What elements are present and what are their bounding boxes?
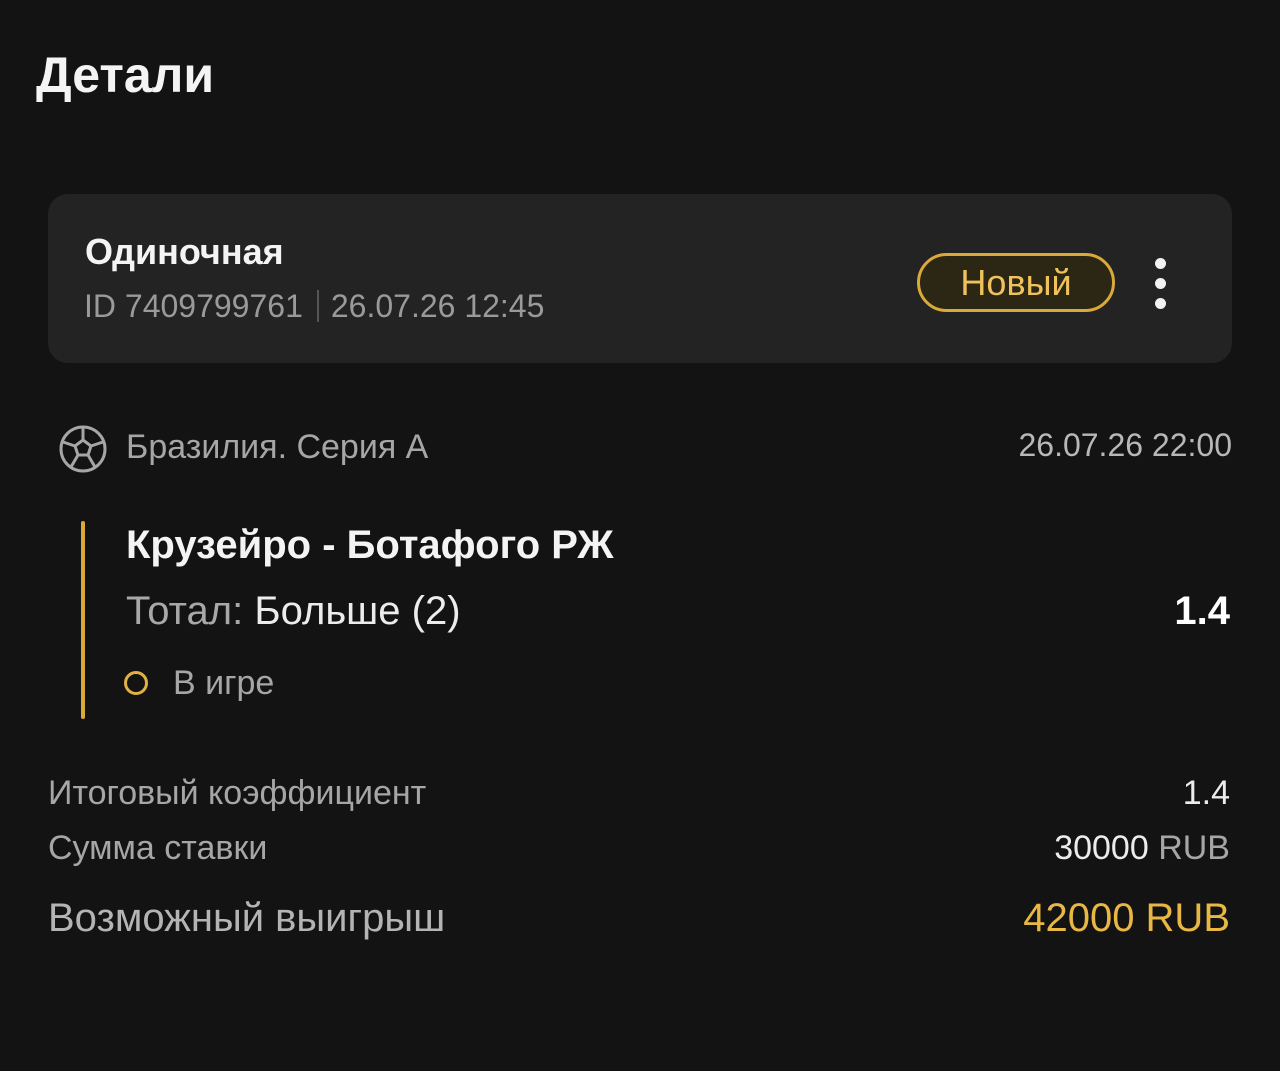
page-title: Детали xyxy=(36,47,215,103)
bet-type-label: Одиночная xyxy=(85,231,284,272)
stake-amount: 30000 xyxy=(1054,829,1149,867)
more-options-button[interactable] xyxy=(1142,258,1180,310)
bet-created-at: 26.07.26 12:45 xyxy=(330,288,545,324)
stake-value: 30000 RUB xyxy=(1054,827,1230,869)
possible-win-value: 42000 RUB xyxy=(1023,896,1230,940)
soccer-ball-icon xyxy=(59,425,107,473)
possible-win-label: Возможный выигрыш xyxy=(48,896,446,940)
state-label: В игре xyxy=(173,664,275,702)
stake-currency: RUB xyxy=(1158,829,1230,867)
bet-details-screen: Детали Одиночная ID 7409799761 26.07.26 1… xyxy=(0,0,1280,1071)
event-date: 26.07.26 22:00 xyxy=(1018,427,1232,463)
market-line: Тотал: Больше (2) xyxy=(126,587,461,635)
market-label: Тотал: xyxy=(126,589,244,633)
status-badge: Новый xyxy=(917,253,1115,312)
selection-block: Крузейро - Ботафого РЖ Тотал: Больше (2)… xyxy=(81,521,1232,721)
league-row: Бразилия. Серия А 26.07.26 22:00 xyxy=(58,420,1232,476)
selection-accent-bar xyxy=(81,521,85,719)
stake-label: Сумма ставки xyxy=(48,829,268,867)
bet-header-card: Одиночная ID 7409799761 26.07.26 12:45 Но… xyxy=(48,194,1232,363)
match-name: Крузейро - Ботафого РЖ xyxy=(126,523,614,567)
meta-divider xyxy=(316,290,319,322)
selection-odds: 1.4 xyxy=(1174,589,1230,633)
total-coef-value: 1.4 xyxy=(1182,774,1230,812)
pending-circle-icon xyxy=(124,671,148,695)
bet-id: ID 7409799761 xyxy=(84,288,303,324)
league-name: Бразилия. Серия А xyxy=(126,428,429,466)
bet-meta: ID 7409799761 26.07.26 12:45 xyxy=(84,286,544,326)
total-coef-label: Итоговый коэффициент xyxy=(48,774,427,812)
market-value: Больше (2) xyxy=(254,589,461,633)
